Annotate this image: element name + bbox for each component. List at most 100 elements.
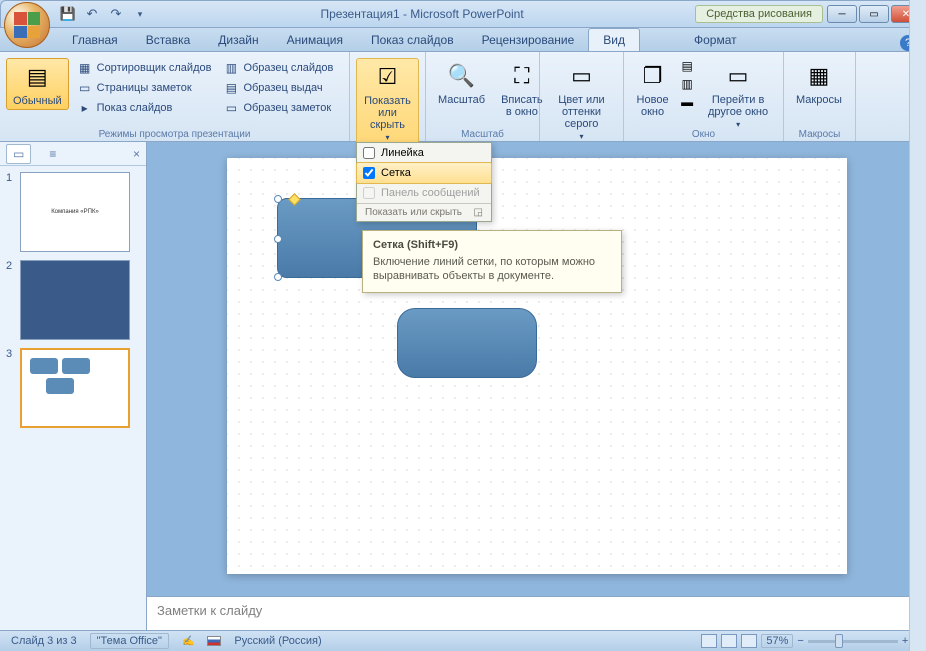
tab-design[interactable]: Дизайн — [204, 29, 272, 51]
handout-master-button[interactable]: ▤Образец выдач — [219, 78, 337, 98]
tab-animations[interactable]: Анимация — [273, 29, 357, 51]
notes-master-icon: ▭ — [223, 100, 239, 116]
dropdown-footer: Показать или скрыть◲ — [357, 203, 491, 221]
show-hide-icon: ☑ — [372, 61, 404, 93]
tab-view[interactable]: Вид — [588, 28, 640, 51]
chevron-down-icon: ▾ — [579, 132, 583, 141]
macros-button[interactable]: ▦ Макросы — [790, 58, 848, 108]
new-window-button[interactable]: ❐ Новое окно — [630, 58, 675, 120]
status-language[interactable]: Русский (Россия) — [229, 634, 326, 648]
play-icon: ▸ — [77, 100, 93, 116]
switch-icon: ▭ — [722, 60, 754, 92]
slide-thumb-3[interactable]: 3 — [6, 348, 140, 428]
tab-review[interactable]: Рецензирование — [468, 29, 589, 51]
vertical-scrollbar[interactable] — [909, 142, 926, 596]
zoom-slider-thumb[interactable] — [835, 634, 843, 648]
slideshow-view-btn[interactable] — [741, 634, 757, 648]
normal-view-icon: ▤ — [21, 61, 53, 93]
tab-insert[interactable]: Вставка — [132, 29, 205, 51]
notes-pane[interactable]: Заметки к слайду — [147, 596, 926, 630]
slide-scroll[interactable] — [147, 142, 926, 596]
resize-handle-sw[interactable] — [274, 273, 282, 281]
redo-icon[interactable]: ↷ — [107, 5, 125, 23]
shape-rounded-rect-2[interactable] — [397, 308, 537, 378]
slide-thumb-1[interactable]: 1 Компания «РПК» — [6, 172, 140, 252]
group-macros: Макросы — [784, 129, 855, 140]
split-icon[interactable]: ▬ — [679, 94, 695, 110]
notes-master-button[interactable]: ▭Образец заметок — [219, 98, 337, 118]
group-window: Окно — [624, 129, 783, 140]
close-panel-icon[interactable]: × — [133, 147, 140, 161]
group-presentation-views: Режимы просмотра презентации — [0, 129, 349, 140]
notes-icon: ▭ — [77, 80, 93, 96]
slideshow-button[interactable]: ▸Показ слайдов — [73, 98, 216, 118]
normal-view-btn[interactable] — [701, 634, 717, 648]
spellcheck-icon[interactable]: ✍ — [177, 635, 199, 648]
language-flag-icon — [207, 636, 221, 646]
tooltip-body: Включение линий сетки, по которым можно … — [373, 255, 611, 284]
group-zoom: Масштаб — [426, 129, 539, 140]
zoom-out-button[interactable]: − — [797, 635, 803, 647]
sorter-icon: ▦ — [77, 60, 93, 76]
switch-windows-button[interactable]: ▭ Перейти в другое окно ▾ — [699, 58, 777, 131]
status-theme[interactable]: "Тема Office" — [90, 633, 169, 649]
notes-page-button[interactable]: ▭Страницы заметок — [73, 78, 216, 98]
normal-view-button[interactable]: ▤ Обычный — [6, 58, 69, 110]
resize-handle-nw[interactable] — [274, 195, 282, 203]
master-icon: ▥ — [223, 60, 239, 76]
cascade-icon[interactable]: ▥ — [679, 76, 695, 92]
chevron-down-icon: ▾ — [385, 133, 389, 142]
minimize-button[interactable]: ─ — [827, 5, 857, 23]
canvas-area: Заметки к слайду — [147, 142, 926, 630]
quick-access-toolbar: 💾 ↶ ↷ ▾ — [59, 5, 149, 23]
msgbar-checkbox — [363, 187, 375, 199]
handout-icon: ▤ — [223, 80, 239, 96]
tab-format[interactable]: Формат — [680, 29, 751, 51]
contextual-tab-label: Средства рисования — [695, 5, 823, 23]
ribbon: ▤ Обычный ▦Сортировщик слайдов ▭Страницы… — [0, 52, 926, 142]
maximize-button[interactable]: ▭ — [859, 5, 889, 23]
sorter-view-btn[interactable] — [721, 634, 737, 648]
status-slide-number[interactable]: Слайд 3 из 3 — [6, 634, 82, 648]
zoom-button[interactable]: 🔍 Масштаб — [432, 58, 491, 108]
zoom-percent[interactable]: 57% — [761, 634, 793, 648]
slide-sorter-button[interactable]: ▦Сортировщик слайдов — [73, 58, 216, 78]
window-title: Презентация1 - Microsoft PowerPoint — [149, 7, 695, 21]
color-icon: ▭ — [566, 60, 598, 92]
macros-icon: ▦ — [803, 60, 835, 92]
statusbar: Слайд 3 из 3 "Тема Office" ✍ Русский (Ро… — [0, 630, 926, 651]
slide-canvas[interactable] — [227, 158, 847, 574]
dropdown-ruler[interactable]: Линейка — [357, 143, 491, 163]
arrange-icon[interactable]: ▤ — [679, 58, 695, 74]
chevron-down-icon: ▾ — [736, 120, 740, 129]
titlebar: 💾 ↶ ↷ ▾ Презентация1 - Microsoft PowerPo… — [0, 0, 926, 28]
ruler-checkbox[interactable] — [363, 147, 375, 159]
tooltip-title: Сетка (Shift+F9) — [373, 239, 611, 251]
save-icon[interactable]: 💾 — [59, 5, 77, 23]
ribbon-tabs: Главная Вставка Дизайн Анимация Показ сл… — [0, 28, 926, 52]
grid-checkbox[interactable] — [363, 167, 375, 179]
dialog-launcher-icon[interactable]: ◲ — [474, 207, 483, 218]
zoom-icon: 🔍 — [446, 60, 478, 92]
zoom-slider[interactable] — [808, 640, 898, 643]
slide-master-button[interactable]: ▥Образец слайдов — [219, 58, 337, 78]
tooltip-grid: Сетка (Shift+F9) Включение линий сетки, … — [362, 230, 622, 293]
tab-slideshow[interactable]: Показ слайдов — [357, 29, 468, 51]
tab-home[interactable]: Главная — [58, 29, 132, 51]
office-button[interactable] — [4, 2, 50, 48]
adjust-handle[interactable] — [288, 193, 301, 206]
dropdown-grid[interactable]: Сетка — [356, 162, 492, 184]
outline-tab[interactable]: ≡ — [43, 145, 62, 163]
show-hide-button[interactable]: ☑ Показать или скрыть ▾ — [356, 58, 419, 145]
zoom-in-button[interactable]: + — [902, 635, 908, 647]
slide-thumbnails-panel: ▭ ≡ × 1 Компания «РПК» 2 3 — [0, 142, 147, 630]
dropdown-message-bar: Панель сообщений — [357, 183, 491, 203]
qat-more-icon[interactable]: ▾ — [131, 5, 149, 23]
thumbnails-tab[interactable]: ▭ — [6, 144, 31, 164]
resize-handle-w[interactable] — [274, 235, 282, 243]
slide-thumb-2[interactable]: 2 — [6, 260, 140, 340]
color-grayscale-button[interactable]: ▭ Цвет или оттенки серого ▾ — [546, 58, 617, 143]
fit-icon: ⛶ — [506, 60, 538, 92]
show-hide-dropdown: Линейка Сетка Панель сообщений Показать … — [356, 142, 492, 222]
undo-icon[interactable]: ↶ — [83, 5, 101, 23]
